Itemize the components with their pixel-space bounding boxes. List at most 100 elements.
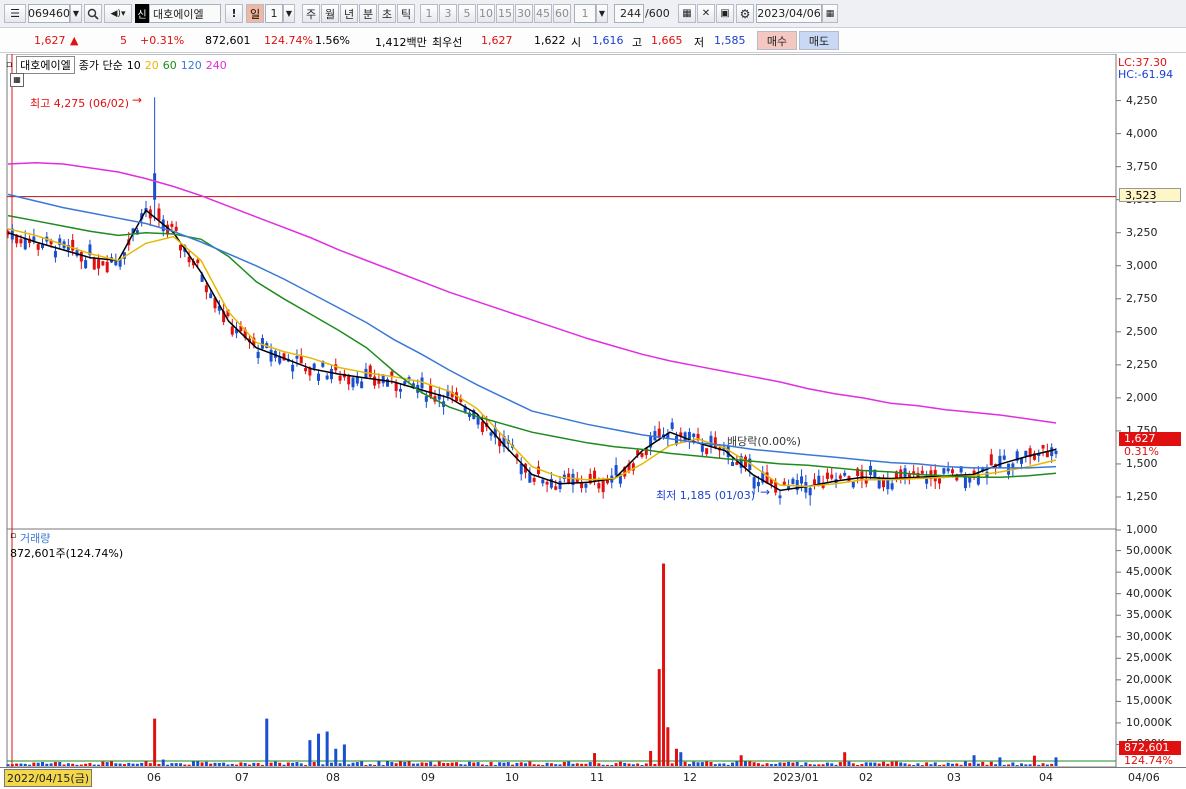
low-price: 1,585	[714, 34, 746, 47]
volume-tick-label: 30,000K	[1126, 629, 1172, 643]
interval-30-button[interactable]: 30	[515, 4, 533, 23]
crosshair-icon[interactable]: ✕	[697, 4, 715, 23]
volume-bar	[644, 763, 648, 766]
volume-bar	[998, 757, 1002, 766]
period-minute-button[interactable]: 분	[359, 4, 377, 23]
legend-toggle-icon[interactable]: ▫	[6, 60, 12, 70]
period-week-button[interactable]: 주	[302, 4, 320, 23]
volume-bar	[601, 764, 605, 766]
volume-bar	[804, 762, 808, 766]
legend-stock-name[interactable]: 대호에이엘	[16, 56, 75, 74]
interval-dropdown-icon[interactable]: ▼	[596, 4, 608, 23]
volume-bar	[912, 764, 916, 766]
volume-bar	[498, 762, 502, 766]
buy-button[interactable]: 매수	[757, 31, 797, 50]
volume-bar	[411, 763, 415, 766]
volume-tick-label: 25,000K	[1126, 651, 1172, 665]
up-arrow-icon: ▲	[70, 34, 79, 47]
period-value-input[interactable]: 1	[265, 4, 283, 23]
month-label: 12	[683, 771, 697, 784]
price-tick-label: 2,000	[1126, 390, 1158, 404]
volume-bar	[1054, 757, 1058, 766]
volume-tick-label: 20,000K	[1126, 672, 1172, 686]
volume-bar	[825, 762, 829, 766]
volume-bar	[79, 764, 83, 766]
price-tick-label: 4,000	[1126, 126, 1158, 140]
volume-bar	[623, 762, 627, 766]
search-icon[interactable]	[84, 4, 102, 23]
volume-bar	[338, 763, 342, 766]
volume-bar	[950, 763, 954, 766]
volume-bar	[899, 762, 903, 766]
stock-code-input[interactable]: 069460	[28, 4, 70, 23]
date-input[interactable]: 2023/04/06	[756, 4, 822, 23]
interval-1-button[interactable]: 1	[420, 4, 438, 23]
volume-bar	[75, 764, 79, 766]
volume-bar	[381, 764, 385, 766]
volume-bar	[101, 761, 105, 766]
volume-bar	[588, 762, 592, 766]
volume-bar	[364, 765, 368, 767]
stock-name-field[interactable]: 대호에이엘	[149, 4, 221, 23]
alert-icon[interactable]: !	[225, 4, 243, 23]
menu-icon[interactable]: ☰	[4, 4, 26, 23]
high-annotation: 최고 4,275 (06/02)	[30, 97, 130, 110]
volume-bar	[355, 762, 359, 766]
volume-bar	[985, 764, 989, 766]
sell-button[interactable]: 매도	[799, 31, 839, 50]
gear-icon[interactable]: ⚙	[736, 4, 754, 23]
interval-5-button[interactable]: 5	[458, 4, 476, 23]
volume-bar	[446, 763, 450, 766]
sound-icon[interactable]: ◀)▾	[104, 4, 132, 23]
volume-bar	[666, 727, 670, 766]
code-dropdown-icon[interactable]: ▼	[70, 4, 82, 23]
period-month-button[interactable]: 월	[321, 4, 339, 23]
volume-bar	[748, 761, 752, 766]
volume-bar	[614, 763, 618, 766]
volume-bar	[265, 718, 269, 766]
volume-bar	[317, 733, 321, 766]
chart-tools-icon[interactable]: ▦	[678, 4, 696, 23]
volume-bar	[916, 763, 920, 766]
volume-bar	[838, 762, 842, 766]
calendar-icon[interactable]: ▦	[822, 4, 838, 23]
bar-count-input[interactable]: 244	[614, 4, 644, 23]
volume-bar	[239, 762, 243, 766]
volume-bar	[19, 763, 23, 766]
volume-bar	[610, 765, 614, 767]
interval-15-button[interactable]: 15	[496, 4, 514, 23]
month-label: 11	[590, 771, 604, 784]
interval-45-button[interactable]: 45	[534, 4, 552, 23]
volume-bar	[429, 761, 433, 766]
volume-bar	[187, 764, 191, 766]
volume-tick-label: 40,000K	[1126, 586, 1172, 600]
volume-bar	[105, 762, 109, 766]
high-arrow-icon: →	[132, 93, 143, 107]
interval-60-button[interactable]: 60	[553, 4, 571, 23]
period-day-button[interactable]: 일	[246, 4, 264, 23]
volume-bar	[455, 762, 459, 766]
legend-desc: 종가 단순	[78, 59, 123, 72]
volume-bar	[1045, 764, 1049, 766]
period-year-button[interactable]: 년	[340, 4, 358, 23]
interval-custom-input[interactable]: 1	[574, 4, 596, 23]
period-tick-button[interactable]: 틱	[397, 4, 415, 23]
interval-10-button[interactable]: 10	[477, 4, 495, 23]
save-icon[interactable]: ▣	[716, 4, 734, 23]
volume-bar	[450, 762, 454, 766]
volume-bar	[170, 763, 174, 766]
period-dropdown-icon[interactable]: ▼	[283, 4, 295, 23]
best-bid-price: 1,622	[534, 34, 566, 47]
volume-legend-icon[interactable]: ▫	[10, 531, 16, 541]
interval-3-button[interactable]: 3	[439, 4, 457, 23]
grid-table-icon[interactable]: ▦	[10, 73, 24, 87]
volume-bar	[200, 762, 204, 766]
volume-bar	[653, 763, 657, 766]
period-second-button[interactable]: 초	[378, 4, 396, 23]
volume-bar	[166, 764, 170, 766]
stock-chart[interactable]	[0, 54, 1186, 788]
volume-bar	[955, 763, 959, 766]
volume-bar	[567, 761, 571, 766]
volume-bar	[679, 752, 683, 766]
volume-bar	[325, 731, 329, 766]
